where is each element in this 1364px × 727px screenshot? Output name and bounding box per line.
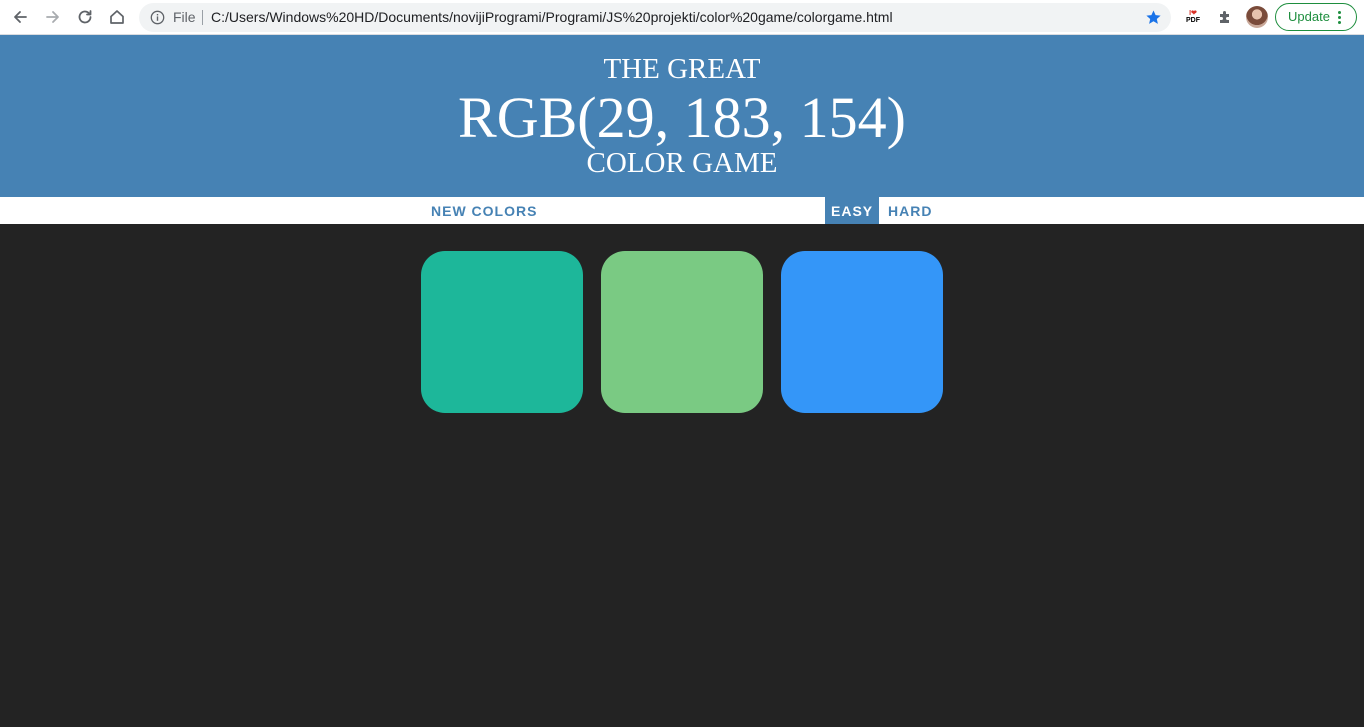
forward-button[interactable] xyxy=(40,4,66,30)
game-message xyxy=(560,197,810,224)
pdf-extension-label-bottom: PDF xyxy=(1186,17,1200,24)
extensions-button[interactable] xyxy=(1215,7,1235,27)
url-text[interactable]: C:/Users/Windows%20HD/Documents/novijiPr… xyxy=(211,3,893,32)
pdf-extension-icon[interactable]: I❤ PDF xyxy=(1183,7,1203,27)
menu-dots-icon xyxy=(1338,11,1341,24)
arrow-right-icon xyxy=(46,11,59,23)
reload-button[interactable] xyxy=(72,4,98,30)
game-header: THE GREAT RGB(29, 183, 154) COLOR GAME xyxy=(0,35,1364,197)
profile-avatar[interactable] xyxy=(1246,6,1268,28)
title-line-color-game: COLOR GAME xyxy=(586,147,778,179)
hard-mode-button[interactable]: HARD xyxy=(882,197,938,224)
puzzle-icon xyxy=(1220,11,1229,23)
home-button[interactable] xyxy=(104,4,130,30)
arrow-left-icon xyxy=(14,11,27,23)
scheme-label: File xyxy=(173,9,196,25)
back-button[interactable] xyxy=(7,4,33,30)
home-icon xyxy=(110,10,124,24)
target-rgb-display: RGB(29, 183, 154) xyxy=(458,85,906,150)
update-button[interactable]: Update xyxy=(1275,3,1357,31)
scheme-divider xyxy=(202,10,203,25)
reload-icon xyxy=(78,10,92,24)
address-bar[interactable]: File C:/Users/Windows%20HD/Documents/nov… xyxy=(139,3,1171,32)
bookmark-star-icon[interactable] xyxy=(1145,9,1162,26)
color-square-2[interactable] xyxy=(601,251,763,413)
update-label: Update xyxy=(1288,9,1330,24)
browser-toolbar: File C:/Users/Windows%20HD/Documents/nov… xyxy=(0,0,1364,35)
color-square-1[interactable] xyxy=(421,251,583,413)
pdf-extension-label-top: I❤ xyxy=(1189,10,1197,17)
info-icon[interactable] xyxy=(150,10,165,25)
easy-mode-button[interactable]: EASY xyxy=(825,197,879,224)
new-colors-button[interactable]: NEW COLORS xyxy=(425,197,543,224)
color-square-3[interactable] xyxy=(781,251,943,413)
title-line-the-great: THE GREAT xyxy=(603,53,761,85)
